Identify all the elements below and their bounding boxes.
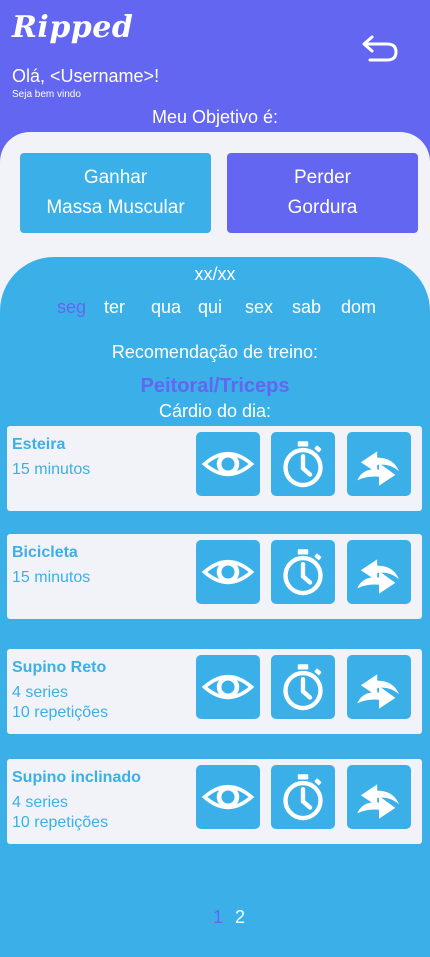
- view-exercise-button[interactable]: [196, 432, 260, 496]
- exercise-detail: 4 series: [12, 794, 69, 811]
- exercise-name: Bicicleta: [12, 544, 78, 561]
- swap-arrows-icon: [357, 451, 399, 486]
- workout-name: Peitoral/Triceps: [140, 375, 290, 397]
- eye-icon: [201, 559, 255, 585]
- day-tab-ter[interactable]: ter: [104, 297, 125, 318]
- exercise-detail: 15 minutos: [12, 569, 91, 586]
- swap-arrows-icon: [357, 559, 399, 594]
- swap-arrows-icon: [357, 674, 399, 709]
- exercise-card: Supino Reto 4 series 10 repetições: [7, 649, 422, 734]
- timer-button[interactable]: [271, 540, 335, 604]
- stopwatch-icon: [275, 436, 331, 492]
- swap-exercise-button[interactable]: [347, 765, 411, 829]
- back-button[interactable]: [358, 30, 402, 68]
- stopwatch-icon: [275, 544, 331, 600]
- goal-gain-line2: Massa Muscular: [46, 197, 185, 218]
- day-tab-seg[interactable]: seg: [57, 297, 86, 318]
- goal-lose-line1: Perder: [293, 167, 352, 188]
- exercise-card: Esteira 15 minutos: [7, 426, 422, 511]
- stopwatch-icon: [275, 659, 331, 715]
- stopwatch-icon: [275, 769, 331, 825]
- page-1-link[interactable]: 1: [213, 907, 223, 928]
- eye-icon: [201, 451, 255, 477]
- day-tab-sex[interactable]: sex: [245, 297, 273, 318]
- page-2-link[interactable]: 2: [235, 907, 245, 928]
- eye-icon: [201, 784, 255, 810]
- timer-button[interactable]: [271, 432, 335, 496]
- app-logo: Ripped: [12, 10, 134, 45]
- swap-exercise-button[interactable]: [347, 655, 411, 719]
- goal-lose-fat-button[interactable]: Perder Gordura: [227, 153, 418, 233]
- timer-button[interactable]: [271, 765, 335, 829]
- greeting-text: Olá, <Username>!: [12, 66, 160, 86]
- exercise-detail: 10 repetições: [12, 814, 109, 831]
- goal-gain-muscle-button[interactable]: Ganhar Massa Muscular: [20, 153, 211, 233]
- day-tab-qui[interactable]: qui: [198, 297, 222, 318]
- eye-icon: [201, 674, 255, 700]
- swap-arrows-icon: [357, 784, 399, 819]
- exercise-detail: 4 series: [12, 684, 69, 701]
- swap-exercise-button[interactable]: [347, 540, 411, 604]
- goal-lose-line2: Gordura: [287, 197, 358, 218]
- exercise-detail: 15 minutos: [12, 461, 91, 478]
- day-tab-qua[interactable]: qua: [151, 297, 181, 318]
- timer-button[interactable]: [271, 655, 335, 719]
- exercise-name: Esteira: [12, 436, 66, 453]
- exercise-name: Supino inclinado: [12, 769, 141, 786]
- back-arrow-icon: [362, 35, 398, 62]
- swap-exercise-button[interactable]: [347, 432, 411, 496]
- exercise-card: Supino inclinado 4 series 10 repetições: [7, 759, 422, 844]
- day-tab-sab[interactable]: sab: [292, 297, 321, 318]
- exercise-name: Supino Reto: [12, 659, 107, 676]
- date-label: xx/xx: [194, 264, 236, 284]
- goal-gain-line1: Ganhar: [83, 167, 148, 188]
- goal-title: Meu Objetivo é:: [151, 107, 279, 127]
- view-exercise-button[interactable]: [196, 655, 260, 719]
- view-exercise-button[interactable]: [196, 540, 260, 604]
- day-tab-dom[interactable]: dom: [341, 297, 376, 318]
- cardio-title: Cárdio do dia:: [158, 401, 272, 421]
- exercise-card: Bicicleta 15 minutos: [7, 534, 422, 619]
- exercise-detail: 10 repetições: [12, 704, 109, 721]
- welcome-text: Seja bem vindo: [12, 89, 81, 100]
- recommendation-title: Recomendação de treino:: [111, 342, 319, 362]
- view-exercise-button[interactable]: [196, 765, 260, 829]
